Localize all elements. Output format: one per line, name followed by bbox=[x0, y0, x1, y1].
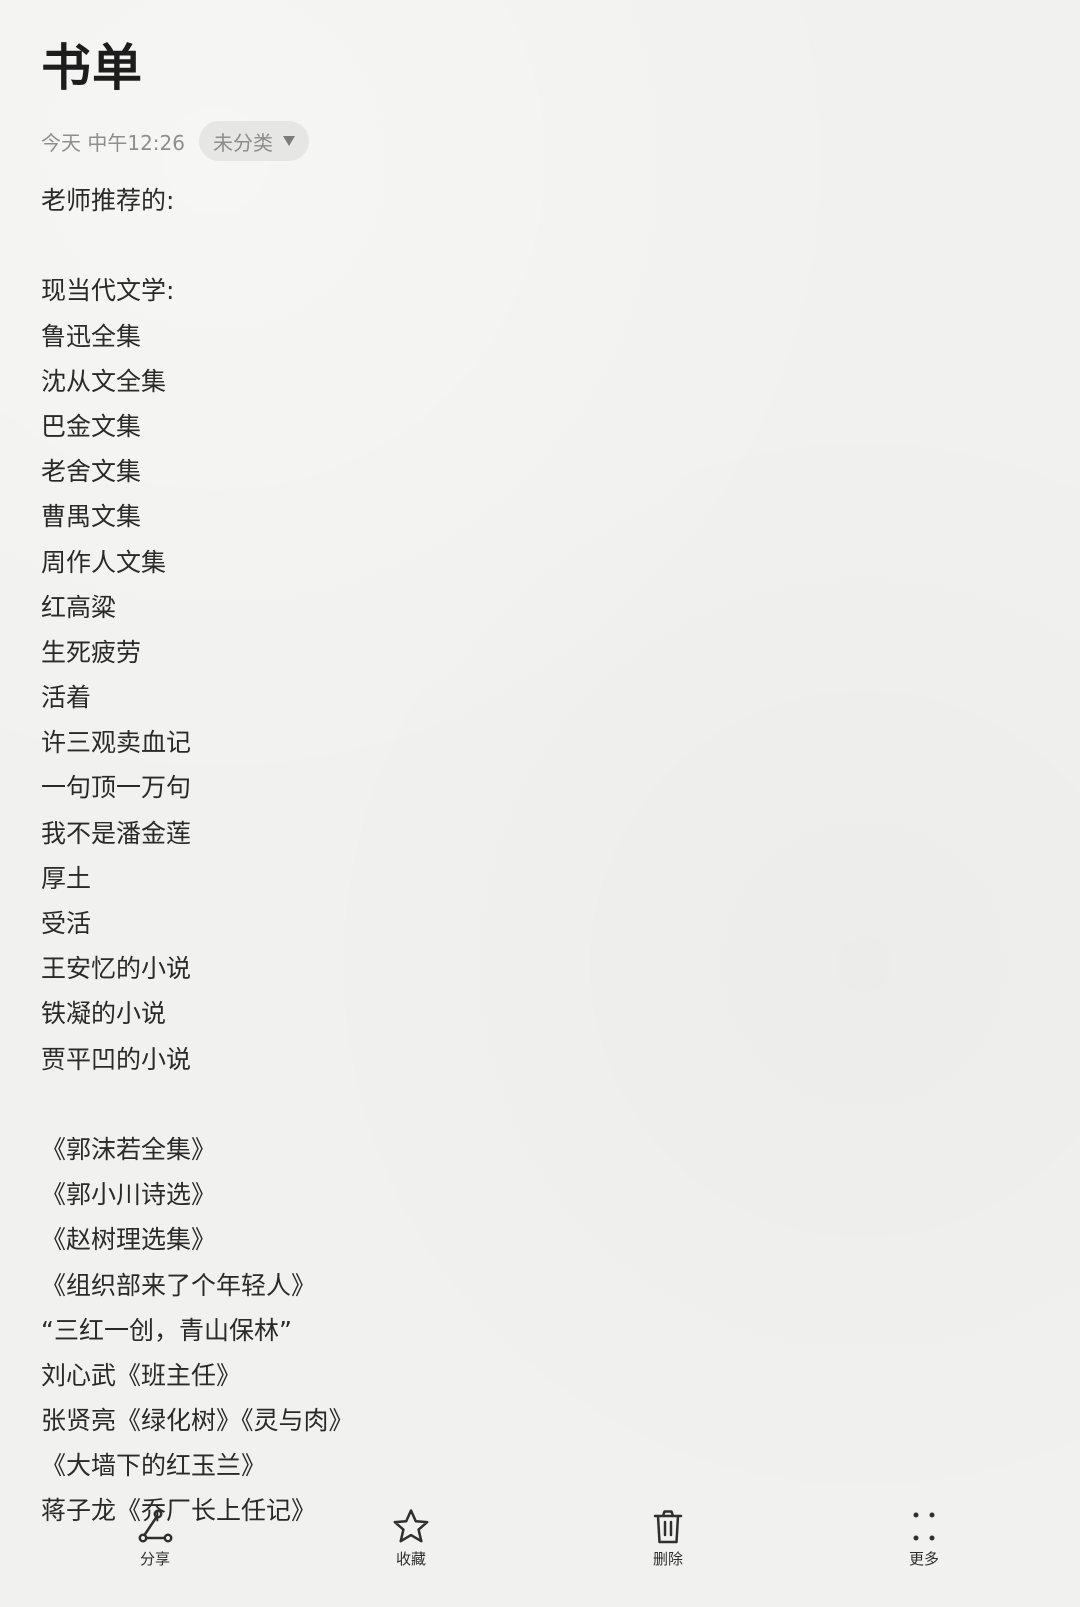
note-editor: 书单 今天 中午12:26 未分类 老师推荐的: 现当代文学: 鲁迅全集 沈从文… bbox=[41, 30, 1041, 1534]
note-line: 曹禺文集 bbox=[41, 502, 142, 532]
more-button[interactable]: 更多 bbox=[859, 1507, 989, 1599]
note-timestamp: 今天 中午12:26 bbox=[41, 130, 185, 155]
trash-icon bbox=[648, 1507, 688, 1547]
star-icon bbox=[391, 1507, 431, 1547]
note-line: 我不是潘金莲 bbox=[41, 818, 192, 848]
note-line: 一句顶一万句 bbox=[41, 773, 192, 803]
note-line: 《组织部来了个年轻人》 bbox=[41, 1270, 317, 1300]
favorite-label: 收藏 bbox=[395, 1550, 426, 1568]
note-line: 受活 bbox=[41, 909, 92, 938]
note-body[interactable]: 老师推荐的: 现当代文学: 鲁迅全集 沈从文全集 巴金文集 老舍文集 曹禺文集 … bbox=[41, 178, 1041, 1534]
note-line: 《赵树理选集》 bbox=[41, 1225, 217, 1255]
note-line: 红高粱 bbox=[41, 592, 117, 622]
note-line: 《郭沫若全集》 bbox=[41, 1134, 217, 1164]
note-title[interactable]: 书单 bbox=[41, 30, 1041, 106]
note-line: 厚土 bbox=[41, 863, 92, 893]
note-line: 许三观卖血记 bbox=[41, 728, 192, 758]
note-line bbox=[41, 1082, 1041, 1127]
note-line: 铁凝的小说 bbox=[41, 999, 167, 1029]
delete-label: 删除 bbox=[652, 1550, 683, 1568]
favorite-button[interactable]: 收藏 bbox=[346, 1507, 476, 1599]
triangle-down-icon bbox=[283, 136, 295, 146]
more-dots-icon bbox=[904, 1507, 944, 1547]
note-line bbox=[41, 223, 1041, 268]
note-line: 老师推荐的: bbox=[41, 186, 175, 215]
note-line: 贾平凹的小说 bbox=[41, 1044, 192, 1074]
note-line: 周作人文集 bbox=[41, 547, 167, 577]
note-line: 张贤亮《绿化树》《灵与肉》 bbox=[41, 1406, 354, 1436]
note-line: 生死疲劳 bbox=[41, 637, 142, 667]
share-icon bbox=[135, 1507, 175, 1547]
note-line: 《大墙下的红玉兰》 bbox=[41, 1451, 267, 1481]
note-meta: 今天 中午12:26 未分类 bbox=[41, 121, 1041, 161]
category-label: 未分类 bbox=[213, 130, 273, 155]
bottom-toolbar: 分享 收藏 删除 更多 bbox=[0, 1505, 1080, 1607]
note-line: 活着 bbox=[41, 683, 92, 713]
note-line: 沈从文全集 bbox=[41, 366, 167, 396]
share-button[interactable]: 分享 bbox=[90, 1507, 220, 1599]
delete-button[interactable]: 删除 bbox=[603, 1507, 733, 1599]
category-selector[interactable]: 未分类 bbox=[199, 121, 309, 161]
more-label: 更多 bbox=[908, 1550, 939, 1568]
note-line: 《郭小川诗选》 bbox=[41, 1180, 217, 1210]
note-line: 王安忆的小说 bbox=[41, 954, 192, 984]
note-line: “三红一创，青山保林” bbox=[41, 1315, 292, 1345]
note-line: 老舍文集 bbox=[41, 457, 142, 487]
note-line: 鲁迅全集 bbox=[41, 321, 142, 351]
note-line: 巴金文集 bbox=[41, 411, 142, 441]
note-line: 现当代文学: bbox=[41, 276, 175, 306]
note-line: 刘心武《班主任》 bbox=[41, 1360, 242, 1390]
share-label: 分享 bbox=[139, 1550, 170, 1568]
